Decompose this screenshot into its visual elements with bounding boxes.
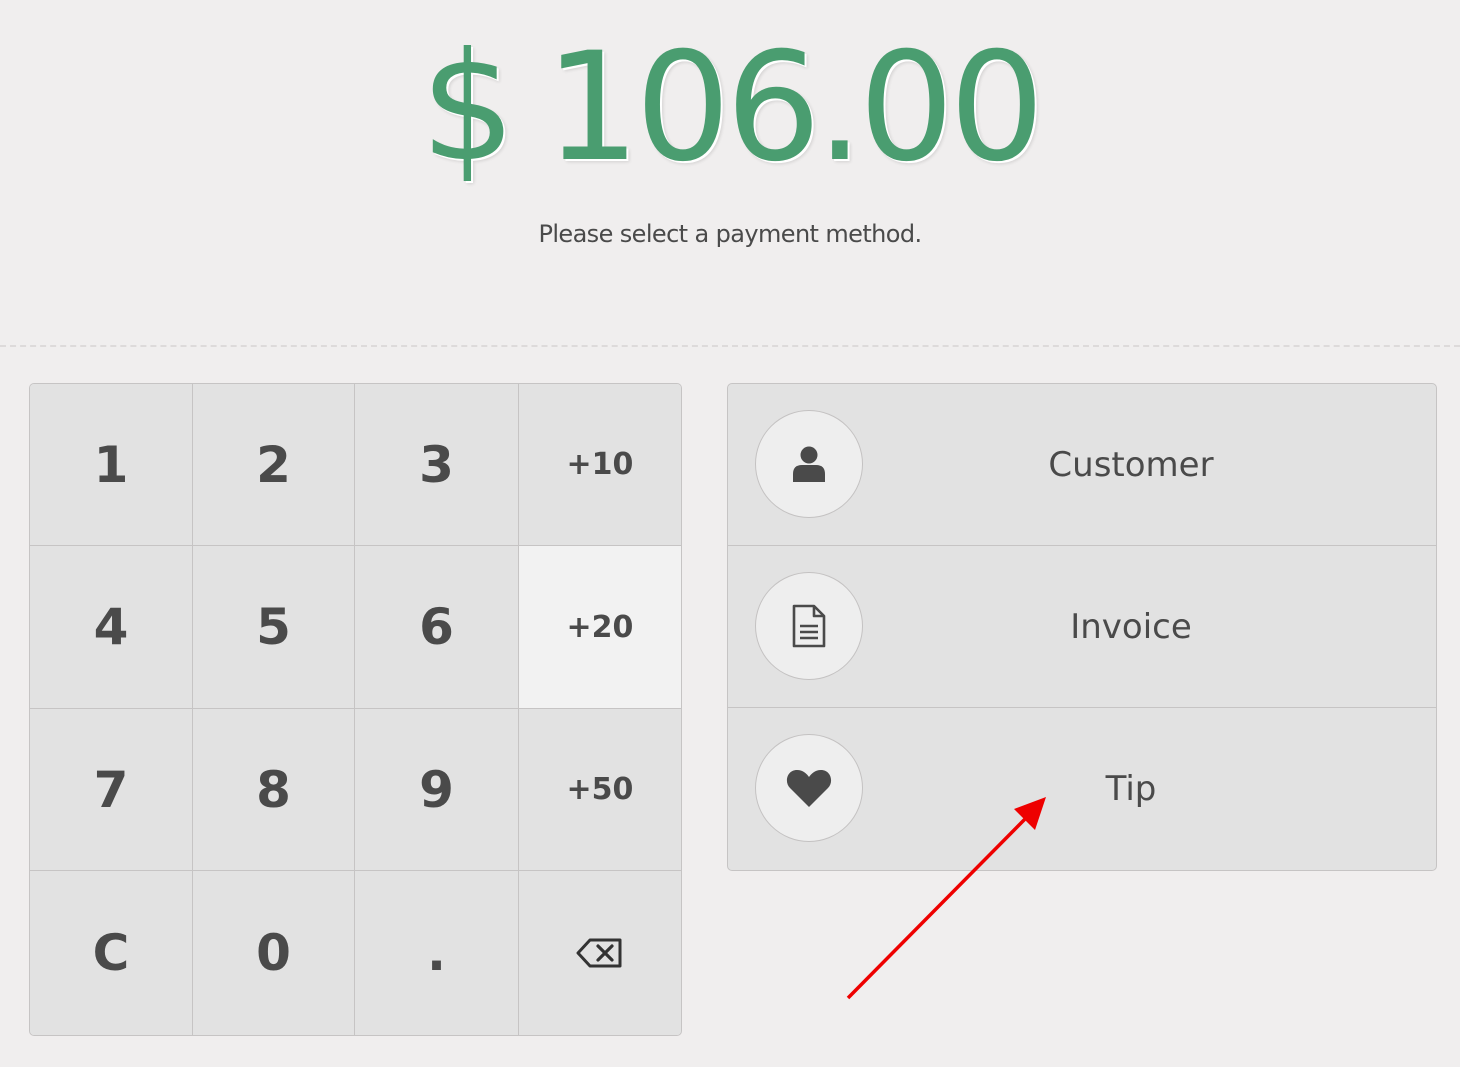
key-backspace[interactable] [519,871,681,1035]
key-1[interactable]: 1 [30,384,193,546]
key-4[interactable]: 4 [30,546,193,709]
key-decimal[interactable]: . [355,871,519,1035]
dashed-divider [0,345,1460,347]
document-icon [792,604,826,648]
key-5[interactable]: 5 [193,546,355,709]
key-2[interactable]: 2 [193,384,355,546]
user-icon [793,446,825,482]
numpad: 1 2 3 +10 4 5 6 +20 7 8 9 +50 C 0 . [29,383,682,1036]
key-6[interactable]: 6 [355,546,519,709]
key-8[interactable]: 8 [193,709,355,871]
payment-method-tip[interactable]: Tip [728,708,1436,870]
payment-method-customer[interactable]: Customer [728,384,1436,546]
key-clear[interactable]: C [30,871,193,1035]
amount-value: 106.00 [544,21,1045,195]
customer-label: Customer [1048,445,1214,485]
key-plus-20[interactable]: +20 [519,546,681,709]
key-plus-50[interactable]: +50 [519,709,681,871]
key-3[interactable]: 3 [355,384,519,546]
invoice-icon-button[interactable] [755,572,863,680]
tip-label: Tip [1105,769,1157,809]
backspace-icon [576,938,622,968]
total-amount: $106.00 [0,28,1460,188]
customer-icon-button[interactable] [755,410,863,518]
key-7[interactable]: 7 [30,709,193,871]
key-9[interactable]: 9 [355,709,519,871]
key-plus-10[interactable]: +10 [519,384,681,546]
heart-icon [786,770,832,807]
payment-method-invoice[interactable]: Invoice [728,546,1436,708]
tip-icon-button[interactable] [755,734,863,842]
currency-symbol: $ [420,21,515,195]
invoice-label: Invoice [1070,607,1192,647]
payment-method-list: Customer Invoice Tip [727,383,1437,871]
payment-instruction: Please select a payment method. [538,220,922,248]
key-0[interactable]: 0 [193,871,355,1035]
payment-screen: $106.00 Please select a payment method. … [0,0,1460,1067]
